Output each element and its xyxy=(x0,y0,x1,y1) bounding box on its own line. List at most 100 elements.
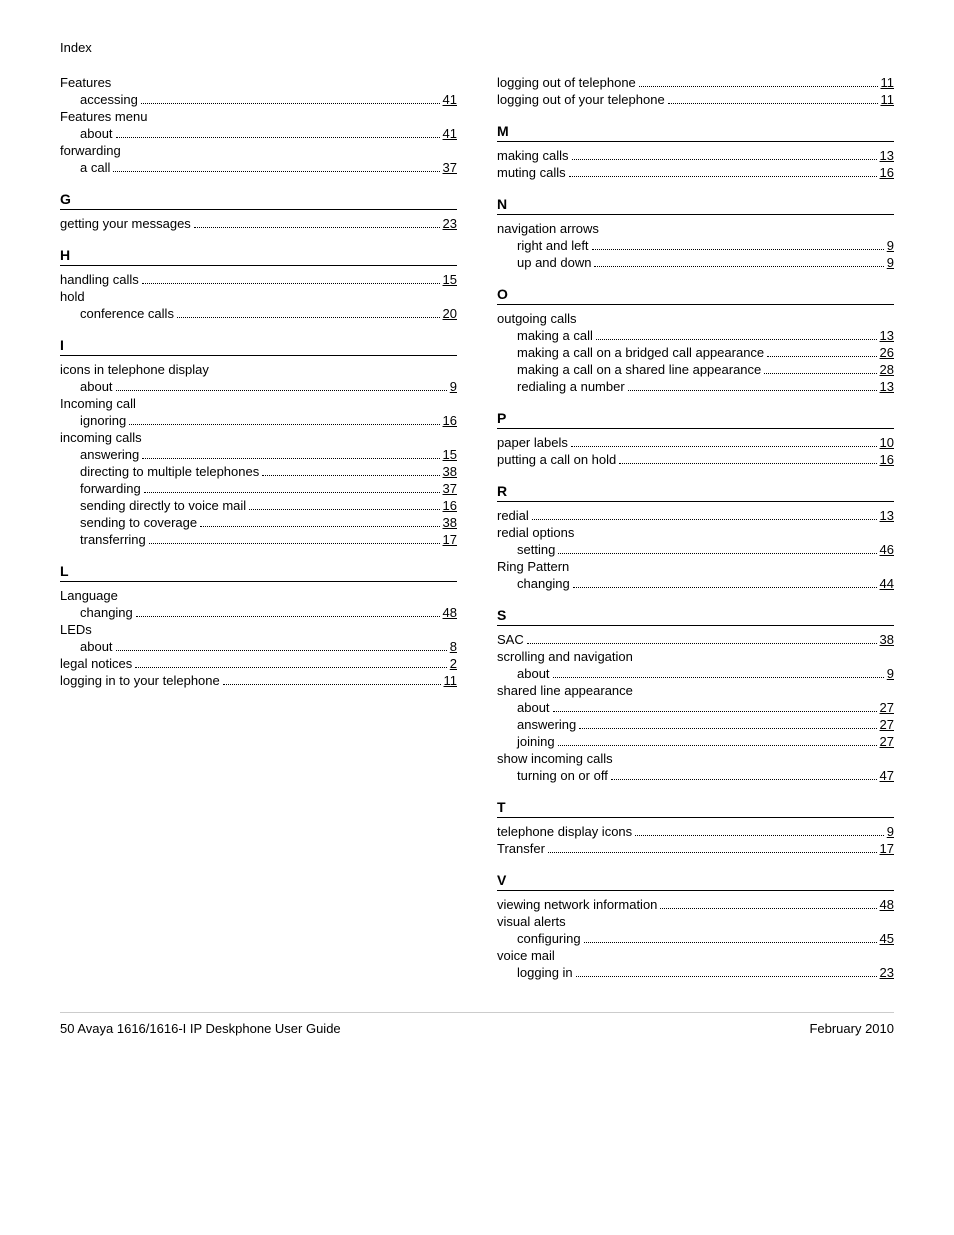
entry-page-num[interactable]: 41 xyxy=(443,92,457,107)
entry-label: paper labels xyxy=(497,435,568,450)
entry-page-num[interactable]: 41 xyxy=(443,126,457,141)
entry-label: changing xyxy=(80,605,133,620)
index-entry: logging out of your telephone11 xyxy=(497,92,894,107)
section-letter: S xyxy=(497,607,894,626)
entry-page-num[interactable]: 9 xyxy=(887,255,894,270)
entry-page-num[interactable]: 45 xyxy=(880,931,894,946)
entry-page-num[interactable]: 9 xyxy=(887,824,894,839)
entry-page-num[interactable]: 9 xyxy=(887,238,894,253)
entry-dots xyxy=(584,931,877,943)
entry-page-num[interactable]: 2 xyxy=(450,656,457,671)
index-entry: changing 48 xyxy=(60,605,457,620)
entry-label: configuring xyxy=(517,931,581,946)
entry-page-num[interactable]: 28 xyxy=(880,362,894,377)
entry-dots xyxy=(628,379,877,391)
entry-dots xyxy=(619,452,876,464)
entry-page-num[interactable]: 44 xyxy=(880,576,894,591)
entry-dots xyxy=(573,576,877,588)
entry-dots xyxy=(639,75,878,87)
entry-page-num[interactable]: 23 xyxy=(443,216,457,231)
entry-page-num[interactable]: 48 xyxy=(443,605,457,620)
entry-page-num[interactable]: 16 xyxy=(443,413,457,428)
entry-page-num[interactable]: 13 xyxy=(880,148,894,163)
entry-page-num[interactable]: 20 xyxy=(443,306,457,321)
entry-page-num[interactable]: 16 xyxy=(443,498,457,513)
entry-label: about xyxy=(80,379,113,394)
entry-label: making a call on a shared line appearanc… xyxy=(517,362,761,377)
index-entry: forwarding37 xyxy=(60,481,457,496)
index-group-label: show incoming calls xyxy=(497,751,894,766)
entry-dots xyxy=(611,768,877,780)
header-text: Index xyxy=(60,40,92,55)
entry-page-num[interactable]: 17 xyxy=(880,841,894,856)
entry-page-num[interactable]: 15 xyxy=(443,447,457,462)
entry-label: ignoring xyxy=(80,413,126,428)
entry-dots xyxy=(767,345,876,357)
entry-page-num[interactable]: 48 xyxy=(880,897,894,912)
section-letter: R xyxy=(497,483,894,502)
index-entry: accessing41 xyxy=(60,92,457,107)
entry-dots xyxy=(532,508,877,520)
entry-dots xyxy=(596,328,877,340)
entry-page-num[interactable]: 11 xyxy=(881,92,895,107)
entry-page-num[interactable]: 38 xyxy=(880,632,894,647)
entry-dots xyxy=(569,165,877,177)
entry-page-num[interactable]: 11 xyxy=(881,75,895,90)
index-entry: setting46 xyxy=(497,542,894,557)
entry-page-num[interactable]: 46 xyxy=(880,542,894,557)
index-entry: changing44 xyxy=(497,576,894,591)
entry-page-num[interactable]: 26 xyxy=(880,345,894,360)
section-letter: O xyxy=(497,286,894,305)
entry-page-num[interactable]: 37 xyxy=(443,481,457,496)
index-entry: making a call13 xyxy=(497,328,894,343)
entry-page-num[interactable]: 9 xyxy=(450,379,457,394)
entry-page-num[interactable]: 37 xyxy=(443,160,457,175)
entry-page-num[interactable]: 38 xyxy=(443,515,457,530)
entry-label: Transfer xyxy=(497,841,545,856)
section-letter: P xyxy=(497,410,894,429)
entry-label: about xyxy=(517,700,550,715)
entry-page-num[interactable]: 16 xyxy=(880,452,894,467)
entry-dots xyxy=(558,734,877,746)
index-entry: muting calls16 xyxy=(497,165,894,180)
entry-page-num[interactable]: 16 xyxy=(880,165,894,180)
index-group-label: Language xyxy=(60,588,457,603)
entry-label: sending directly to voice mail xyxy=(80,498,246,513)
index-entry: answering27 xyxy=(497,717,894,732)
entry-page-num[interactable]: 27 xyxy=(880,734,894,749)
entry-label: legal notices xyxy=(60,656,132,671)
entry-page-num[interactable]: 13 xyxy=(880,328,894,343)
entry-page-num[interactable]: 47 xyxy=(880,768,894,783)
entry-page-num[interactable]: 27 xyxy=(880,717,894,732)
index-entry: right and left 9 xyxy=(497,238,894,253)
index-group-label: voice mail xyxy=(497,948,894,963)
entry-label: about xyxy=(80,126,113,141)
entry-page-num[interactable]: 10 xyxy=(880,435,894,450)
entry-page-num[interactable]: 17 xyxy=(443,532,457,547)
index-entry: sending to coverage38 xyxy=(60,515,457,530)
entry-page-num[interactable]: 11 xyxy=(444,673,458,688)
entry-page-num[interactable]: 38 xyxy=(443,464,457,479)
entry-label: answering xyxy=(80,447,139,462)
entry-label: directing to multiple telephones xyxy=(80,464,259,479)
entry-dots xyxy=(149,532,440,544)
entry-page-num[interactable]: 13 xyxy=(880,379,894,394)
entry-dots xyxy=(262,464,439,476)
entry-dots xyxy=(116,639,447,651)
entry-label: about xyxy=(80,639,113,654)
entry-page-num[interactable]: 15 xyxy=(443,272,457,287)
entry-page-num[interactable]: 23 xyxy=(880,965,894,980)
left-column: Featuresaccessing41Features menuabout41f… xyxy=(60,75,457,982)
index-group-label: navigation arrows xyxy=(497,221,894,236)
entry-page-num[interactable]: 8 xyxy=(450,639,457,654)
entry-label: right and left xyxy=(517,238,589,253)
entry-page-num[interactable]: 9 xyxy=(887,666,894,681)
entry-dots xyxy=(527,632,877,644)
index-entry: transferring 17 xyxy=(60,532,457,547)
entry-label: transferring xyxy=(80,532,146,547)
section-letter: T xyxy=(497,799,894,818)
section-letter: L xyxy=(60,563,457,582)
entry-dots xyxy=(558,542,876,554)
entry-page-num[interactable]: 13 xyxy=(880,508,894,523)
entry-page-num[interactable]: 27 xyxy=(880,700,894,715)
